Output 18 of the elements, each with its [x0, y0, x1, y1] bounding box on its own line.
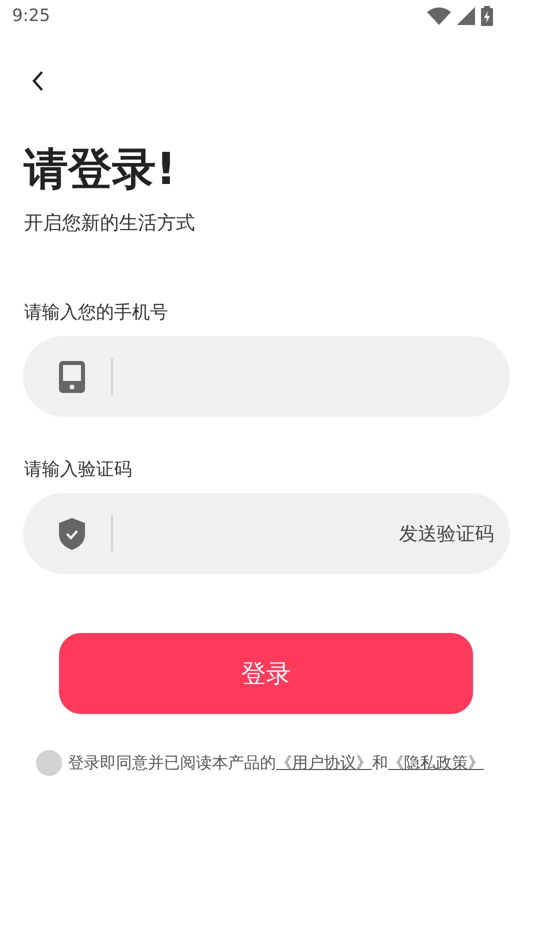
code-field[interactable]: 发送验证码: [23, 493, 510, 574]
wifi-icon: [427, 7, 451, 25]
page-subtitle: 开启您新的生活方式: [24, 211, 196, 236]
field-label: 请输入验证码: [24, 458, 133, 481]
privacy-policy-link[interactable]: 《隐私政策》: [388, 752, 484, 772]
phone-icon: [59, 360, 85, 392]
status-time: 9:25: [12, 6, 50, 26]
send-code-button[interactable]: 发送验证码: [399, 520, 494, 546]
signal-icon: [457, 7, 475, 25]
user-agreement-link[interactable]: 《用户协议》: [276, 752, 372, 772]
agree-checkbox[interactable]: [36, 750, 62, 776]
page-title: 请登录!: [24, 144, 178, 196]
field-label: 请输入您的手机号: [24, 301, 169, 324]
agreement-text: 登录即同意并已阅读本产品的《用户协议》和《隐私政策》: [68, 752, 484, 774]
battery-icon: [481, 6, 493, 26]
back-icon: [31, 70, 45, 92]
shield-icon: [59, 518, 85, 550]
login-button[interactable]: 登录: [59, 633, 473, 714]
